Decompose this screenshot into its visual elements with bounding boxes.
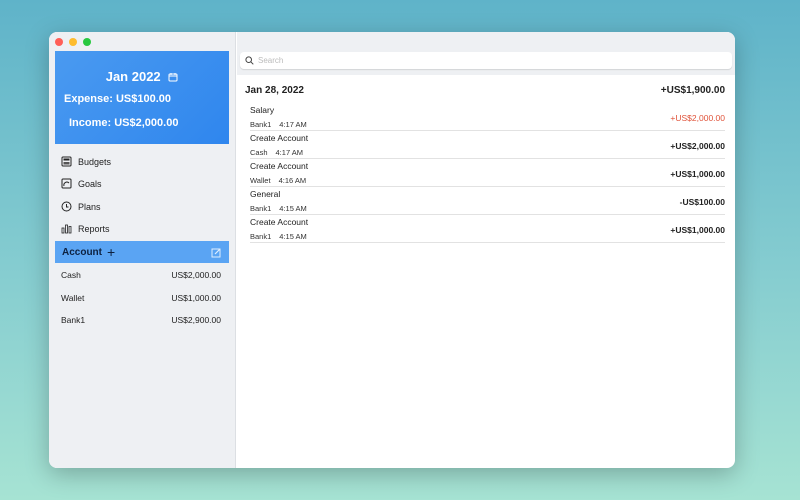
sidebar-item-budgets[interactable]: Budgets xyxy=(61,156,111,167)
income-total: Income: US$2,000.00 xyxy=(69,117,179,129)
calendar-icon[interactable] xyxy=(168,72,178,82)
date-group-header: Jan 28, 2022 +US$1,900.00 xyxy=(245,85,725,96)
transaction-meta: Bank1 4:15 AM xyxy=(250,204,307,213)
account-name: Bank1 xyxy=(61,315,86,325)
account-name: Wallet xyxy=(61,293,85,303)
account-balance: US$2,900.00 xyxy=(171,315,221,325)
calculator-icon xyxy=(61,156,72,167)
minimize-button[interactable] xyxy=(69,38,77,46)
transaction-account: Bank1 xyxy=(250,232,272,241)
transaction-row[interactable]: Create Account Cash 4:17 AM +US$2,000.00 xyxy=(250,131,725,159)
account-row-cash[interactable]: Cash US$2,000.00 xyxy=(61,270,221,280)
sidebar-item-label: Budgets xyxy=(78,156,112,167)
day-total: +US$1,900.00 xyxy=(660,85,725,96)
transaction-amount: +US$1,000.00 xyxy=(670,225,725,235)
transaction-title: Create Account xyxy=(250,161,309,171)
transaction-account: Cash xyxy=(250,148,268,157)
transaction-time: 4:15 AM xyxy=(279,232,307,241)
transaction-title: Create Account xyxy=(250,133,309,143)
sidebar-item-plans[interactable]: Plans xyxy=(61,201,101,212)
transaction-time: 4:16 AM xyxy=(278,176,307,185)
transaction-time: 4:15 AM xyxy=(279,204,307,213)
account-balance: US$1,000.00 xyxy=(171,293,221,303)
app-window: Jan 2022 Expense: US$100.00 Income: US$2… xyxy=(49,32,735,468)
sidebar-item-goals[interactable]: Goals xyxy=(61,178,102,189)
transaction-title: General xyxy=(250,189,281,199)
transaction-panel: Search Jan 28, 2022 +US$1,900.00 Salary B… xyxy=(237,32,735,468)
bar-chart-icon xyxy=(61,224,72,234)
sidebar: Jan 2022 Expense: US$100.00 Income: US$2… xyxy=(49,32,236,468)
transaction-account: Wallet xyxy=(250,176,271,185)
toolbar: Search xyxy=(237,32,735,75)
expense-total: Expense: US$100.00 xyxy=(64,93,172,105)
sidebar-item-label: Plans xyxy=(78,201,101,212)
sidebar-item-reports[interactable]: Reports xyxy=(61,223,110,234)
transaction-meta: Bank1 4:15 AM xyxy=(250,232,307,241)
transaction-amount: +US$1,000.00 xyxy=(670,169,725,179)
transaction-amount: -US$100.00 xyxy=(679,197,725,207)
transaction-amount: +US$2,000.00 xyxy=(670,113,725,123)
transaction-account: Bank1 xyxy=(250,204,272,213)
month-label: Jan 2022 xyxy=(105,69,161,84)
zoom-button[interactable] xyxy=(83,38,91,46)
transaction-account: Bank1 xyxy=(250,120,272,129)
transaction-row[interactable]: Salary Bank1 4:17 AM +US$2,000.00 xyxy=(250,103,725,131)
transaction-meta: Bank1 4:17 AM xyxy=(250,120,307,129)
date-label: Jan 28, 2022 xyxy=(245,85,304,96)
search-placeholder: Search xyxy=(258,56,284,65)
goal-icon xyxy=(61,178,72,189)
add-account-icon[interactable]: + xyxy=(107,245,115,259)
account-name: Cash xyxy=(61,270,81,280)
month-summary-card: Jan 2022 Expense: US$100.00 Income: US$2… xyxy=(55,51,229,144)
transaction-row[interactable]: Create Account Wallet 4:16 AM +US$1,000.0… xyxy=(250,159,725,187)
sidebar-item-label: Goals xyxy=(78,178,102,189)
transaction-meta: Cash 4:17 AM xyxy=(250,148,303,157)
sidebar-item-label: Reports xyxy=(78,223,110,234)
transaction-row[interactable]: Create Account Bank1 4:15 AM +US$1,000.00 xyxy=(250,215,725,243)
transaction-row[interactable]: General Bank1 4:15 AM -US$100.00 xyxy=(250,187,725,215)
window-controls xyxy=(55,38,91,46)
account-row-bank1[interactable]: Bank1 US$2,900.00 xyxy=(61,315,221,325)
edit-icon[interactable] xyxy=(211,247,222,258)
search-input[interactable]: Search xyxy=(240,52,732,69)
account-balance: US$2,000.00 xyxy=(171,270,221,280)
close-button[interactable] xyxy=(55,38,63,46)
transaction-title: Create Account xyxy=(250,217,309,227)
transaction-amount: +US$2,000.00 xyxy=(670,141,725,151)
account-row-wallet[interactable]: Wallet US$1,000.00 xyxy=(61,293,221,303)
search-icon xyxy=(245,56,254,65)
account-header-label: Account xyxy=(62,246,102,258)
account-header: Account + xyxy=(55,241,229,263)
transaction-meta: Wallet 4:16 AM xyxy=(250,176,306,185)
clock-icon xyxy=(61,201,72,212)
transaction-title: Salary xyxy=(250,105,275,115)
transaction-time: 4:17 AM xyxy=(275,148,304,157)
transaction-time: 4:17 AM xyxy=(279,120,307,129)
month-selector[interactable]: Jan 2022 xyxy=(55,69,229,84)
